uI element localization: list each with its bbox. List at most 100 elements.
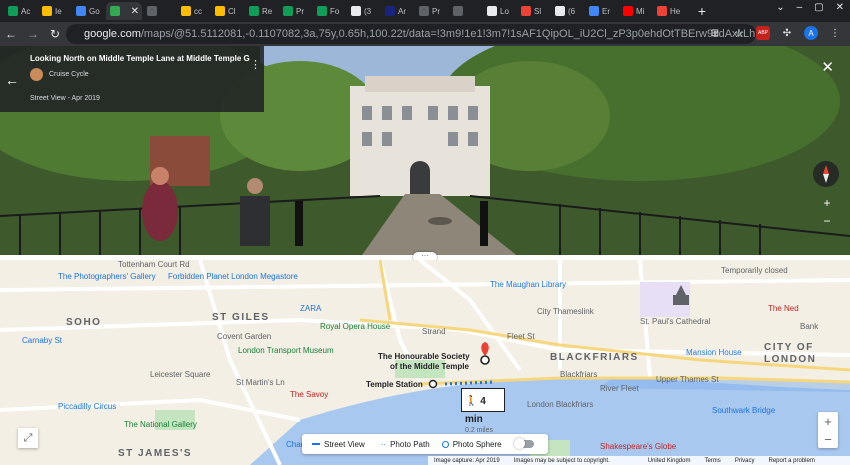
map-label: Strand <box>422 327 446 336</box>
walking-directions-callout[interactable]: 🚶 4 min 0.2 miles <box>461 388 505 434</box>
map-label[interactable]: The Ned <box>768 304 799 313</box>
tab-title: Ac <box>21 6 31 16</box>
tab-favicon-icon <box>419 6 429 16</box>
compass-icon[interactable] <box>813 161 839 187</box>
tab-favicon-icon <box>181 6 191 16</box>
street-view-legend: Street View ·· Photo Path Photo Sphere <box>302 434 548 454</box>
tab-title: Pr <box>432 6 440 16</box>
terms-link[interactable]: Terms <box>704 458 720 464</box>
browser-tab[interactable]: Re <box>245 2 278 20</box>
browser-tab[interactable] <box>449 2 482 20</box>
map-label[interactable]: The Savoy <box>290 390 328 399</box>
tab-favicon-icon <box>657 6 667 16</box>
browser-tab[interactable]: (3 <box>347 2 380 20</box>
close-window-icon[interactable]: ✕ <box>836 2 844 13</box>
browser-tab[interactable]: Sl <box>517 2 550 20</box>
map-label: Covent Garden <box>217 332 272 341</box>
author-avatar[interactable] <box>30 68 43 81</box>
map-label[interactable]: Royal Opera House <box>320 322 390 331</box>
map-zoom-in-icon[interactable]: + <box>824 414 832 429</box>
browser-tab[interactable]: Er <box>585 2 618 20</box>
browser-tab[interactable]: Ie <box>38 2 71 20</box>
map-label: SOHO <box>66 317 102 328</box>
window-controls: ⌄ – ▢ ✕ <box>776 2 844 13</box>
restore-tabs-icon[interactable]: ⌄ <box>776 2 784 13</box>
map-label: Blackfriars <box>560 370 598 379</box>
map-label: Leicester Square <box>150 370 211 379</box>
report-problem-link[interactable]: Report a problem <box>768 458 814 464</box>
adblock-icon[interactable]: ABP <box>756 26 770 40</box>
tab-title: cc <box>194 6 202 16</box>
forward-icon[interactable]: → <box>22 27 44 41</box>
map-panel[interactable]: Tottenham Court Rd The Photographers' Gal… <box>0 260 850 465</box>
tab-close-icon[interactable]: ✕ <box>131 6 139 17</box>
street-view-author[interactable]: Cruise Cycle <box>49 71 89 78</box>
map-label[interactable]: Shakespeare's Globe <box>600 442 676 451</box>
back-arrow-icon[interactable]: ← <box>5 72 19 88</box>
tab-favicon-icon <box>8 6 18 16</box>
reload-icon[interactable]: ↻ <box>44 27 66 41</box>
map-label: London Blackfriars <box>527 400 594 409</box>
tab-title: Ar <box>398 6 406 16</box>
tab-title: Cl <box>228 6 236 16</box>
map-label[interactable]: The National Gallery <box>124 420 197 429</box>
browser-tab[interactable] <box>143 2 176 20</box>
fullscreen-icon[interactable]: ⤢ <box>18 428 38 448</box>
tab-favicon-icon <box>623 6 633 16</box>
map-label[interactable]: The Photographers' Gallery <box>58 272 156 281</box>
map-zoom-out-icon[interactable]: − <box>824 432 832 447</box>
browser-tab[interactable]: (6 <box>551 2 584 20</box>
browser-tab[interactable]: ✕ <box>106 2 142 20</box>
maximize-icon[interactable]: ▢ <box>814 2 823 13</box>
browser-tab[interactable]: Ar <box>381 2 414 20</box>
close-icon[interactable]: ✕ <box>821 58 834 76</box>
browser-tab[interactable]: Pr <box>279 2 312 20</box>
back-icon[interactable]: ← <box>0 27 22 41</box>
address-bar[interactable]: google.com/maps/@51.5112081,-0.1107082,3… <box>66 24 756 44</box>
url-host: google.com <box>84 28 141 40</box>
map-label[interactable]: Forbidden Planet London Megastore <box>168 272 298 281</box>
browser-tab[interactable]: cc <box>177 2 210 20</box>
map-label[interactable]: Southwark Bridge <box>712 406 775 415</box>
street-view-date: Street View - Apr 2019 <box>30 95 100 102</box>
map-label[interactable]: ZARA <box>300 304 321 313</box>
browser-tab[interactable]: He <box>653 2 686 20</box>
street-view-panorama[interactable]: Looking North on Middle Temple Lane at M… <box>0 46 850 258</box>
browser-tab[interactable]: Lo <box>483 2 516 20</box>
map-label: The Honourable Society <box>378 352 470 361</box>
map-label[interactable]: London Transport Museum <box>238 346 334 355</box>
minimize-icon[interactable]: – <box>797 2 803 13</box>
zoom-in-icon[interactable]: + <box>823 196 830 210</box>
browser-tab[interactable]: Pr <box>415 2 448 20</box>
privacy-link[interactable]: Privacy <box>735 458 755 464</box>
legend-photo-path: ·· Photo Path <box>380 439 430 449</box>
region-link[interactable]: United Kingdom <box>648 458 691 464</box>
menu-dots-icon[interactable]: ⋮ <box>828 26 842 40</box>
tab-favicon-icon <box>589 6 599 16</box>
tab-favicon-icon <box>110 6 120 16</box>
browser-tab[interactable]: Go <box>72 2 105 20</box>
browser-tab[interactable]: Mi <box>619 2 652 20</box>
walk-distance: 0.2 miles <box>465 427 494 434</box>
install-app-icon[interactable]: ⊞ <box>708 26 722 40</box>
map-label[interactable]: Carnaby St <box>22 336 62 345</box>
more-options-icon[interactable]: ⋮ <box>250 58 261 71</box>
bookmark-star-icon[interactable]: ☆ <box>732 26 746 40</box>
tab-favicon-icon <box>453 6 463 16</box>
zoom-out-icon[interactable]: − <box>823 214 830 228</box>
browser-tab[interactable]: Fo <box>313 2 346 20</box>
map-label[interactable]: The Maughan Library <box>490 280 566 289</box>
map-label: Temporarily closed <box>721 266 788 275</box>
image-capture: Image capture: Apr 2019 <box>434 457 500 464</box>
new-tab-button[interactable]: + <box>693 2 711 20</box>
map-footer: Image capture: Apr 2019 Images may be su… <box>428 456 850 465</box>
map-label: Tottenham Court Rd <box>118 260 190 269</box>
browser-tab[interactable]: Ac <box>4 2 37 20</box>
map-label[interactable]: Mansion House <box>686 348 742 357</box>
tab-favicon-icon <box>351 6 361 16</box>
profile-avatar[interactable]: A <box>804 26 818 40</box>
browser-tab[interactable]: Cl <box>211 2 244 20</box>
coverage-toggle[interactable] <box>513 438 534 449</box>
map-label[interactable]: Piccadilly Circus <box>58 402 116 411</box>
puzzle-icon[interactable]: ✣ <box>780 26 794 40</box>
